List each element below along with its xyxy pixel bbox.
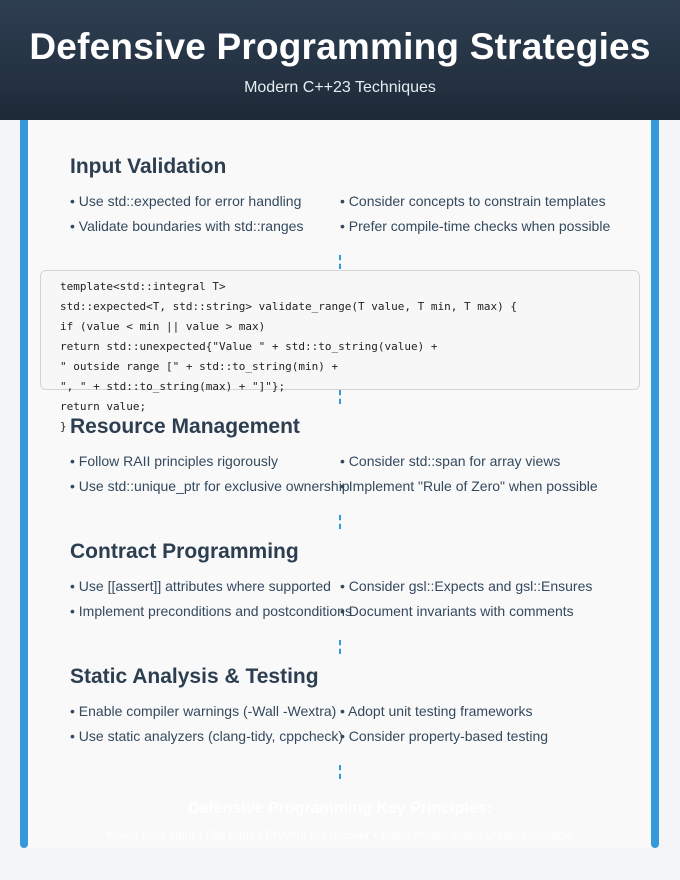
list-item: • Use static analyzers (clang-tidy, cppc… bbox=[70, 728, 344, 744]
code-line: template<std::integral T> bbox=[60, 280, 226, 293]
code-line: std::expected<T, std::string> validate_r… bbox=[60, 300, 517, 313]
code-line: return value; bbox=[60, 400, 147, 413]
list-item: • Follow RAII principles rigorously bbox=[70, 453, 278, 469]
list-item: • Implement preconditions and postcondit… bbox=[70, 603, 352, 619]
page-title: Defensive Programming Strategies bbox=[29, 26, 651, 67]
list-item: • Use [[assert]] attributes where suppor… bbox=[70, 578, 331, 594]
connector-line bbox=[339, 390, 341, 404]
list-item: • Prefer compile-time checks when possib… bbox=[340, 218, 611, 234]
connector-line bbox=[339, 765, 341, 779]
connector-line bbox=[339, 640, 341, 654]
list-item: • Enable compiler warnings (-Wall -Wextr… bbox=[70, 703, 337, 719]
list-item: • Implement "Rule of Zero" when possible bbox=[340, 478, 598, 494]
list-item: • Adopt unit testing frameworks bbox=[340, 703, 533, 719]
header: Defensive Programming Strategies Modern … bbox=[0, 0, 680, 120]
section-title: Contract Programming bbox=[70, 540, 299, 563]
footer-principles: Never trust input • Fail early • Prevent… bbox=[106, 828, 574, 842]
list-item: • Consider gsl::Expects and gsl::Ensures bbox=[340, 578, 593, 594]
right-accent-bar bbox=[651, 120, 659, 848]
code-line: " outside range [" + std::to_string(min)… bbox=[60, 360, 339, 373]
list-item: • Validate boundaries with std::ranges bbox=[70, 218, 304, 234]
list-item: • Document invariants with comments bbox=[340, 603, 574, 619]
left-accent-bar bbox=[20, 120, 28, 848]
list-item: • Use std::unique_ptr for exclusive owne… bbox=[70, 478, 350, 494]
list-item: • Use std::expected for error handling bbox=[70, 193, 302, 209]
code-line: return std::unexpected{"Value " + std::t… bbox=[60, 340, 438, 353]
section-title: Resource Management bbox=[70, 415, 300, 438]
list-item: • Consider concepts to constrain templat… bbox=[340, 193, 606, 209]
connector-line bbox=[339, 515, 341, 529]
code-line: ", " + std::to_string(max) + "]"}; bbox=[60, 380, 286, 393]
code-line: if (value < min || value > max) bbox=[60, 320, 266, 333]
section-title: Static Analysis & Testing bbox=[70, 665, 319, 688]
section-title: Input Validation bbox=[70, 155, 227, 178]
page-subtitle: Modern C++23 Techniques bbox=[244, 79, 436, 96]
list-item: • Consider property-based testing bbox=[340, 728, 549, 744]
code-line: } bbox=[60, 420, 67, 433]
list-item: • Consider std::span for array views bbox=[340, 453, 561, 469]
connector-line bbox=[339, 255, 341, 269]
footer-title: Defensive Programming Key Principles: bbox=[187, 800, 493, 817]
